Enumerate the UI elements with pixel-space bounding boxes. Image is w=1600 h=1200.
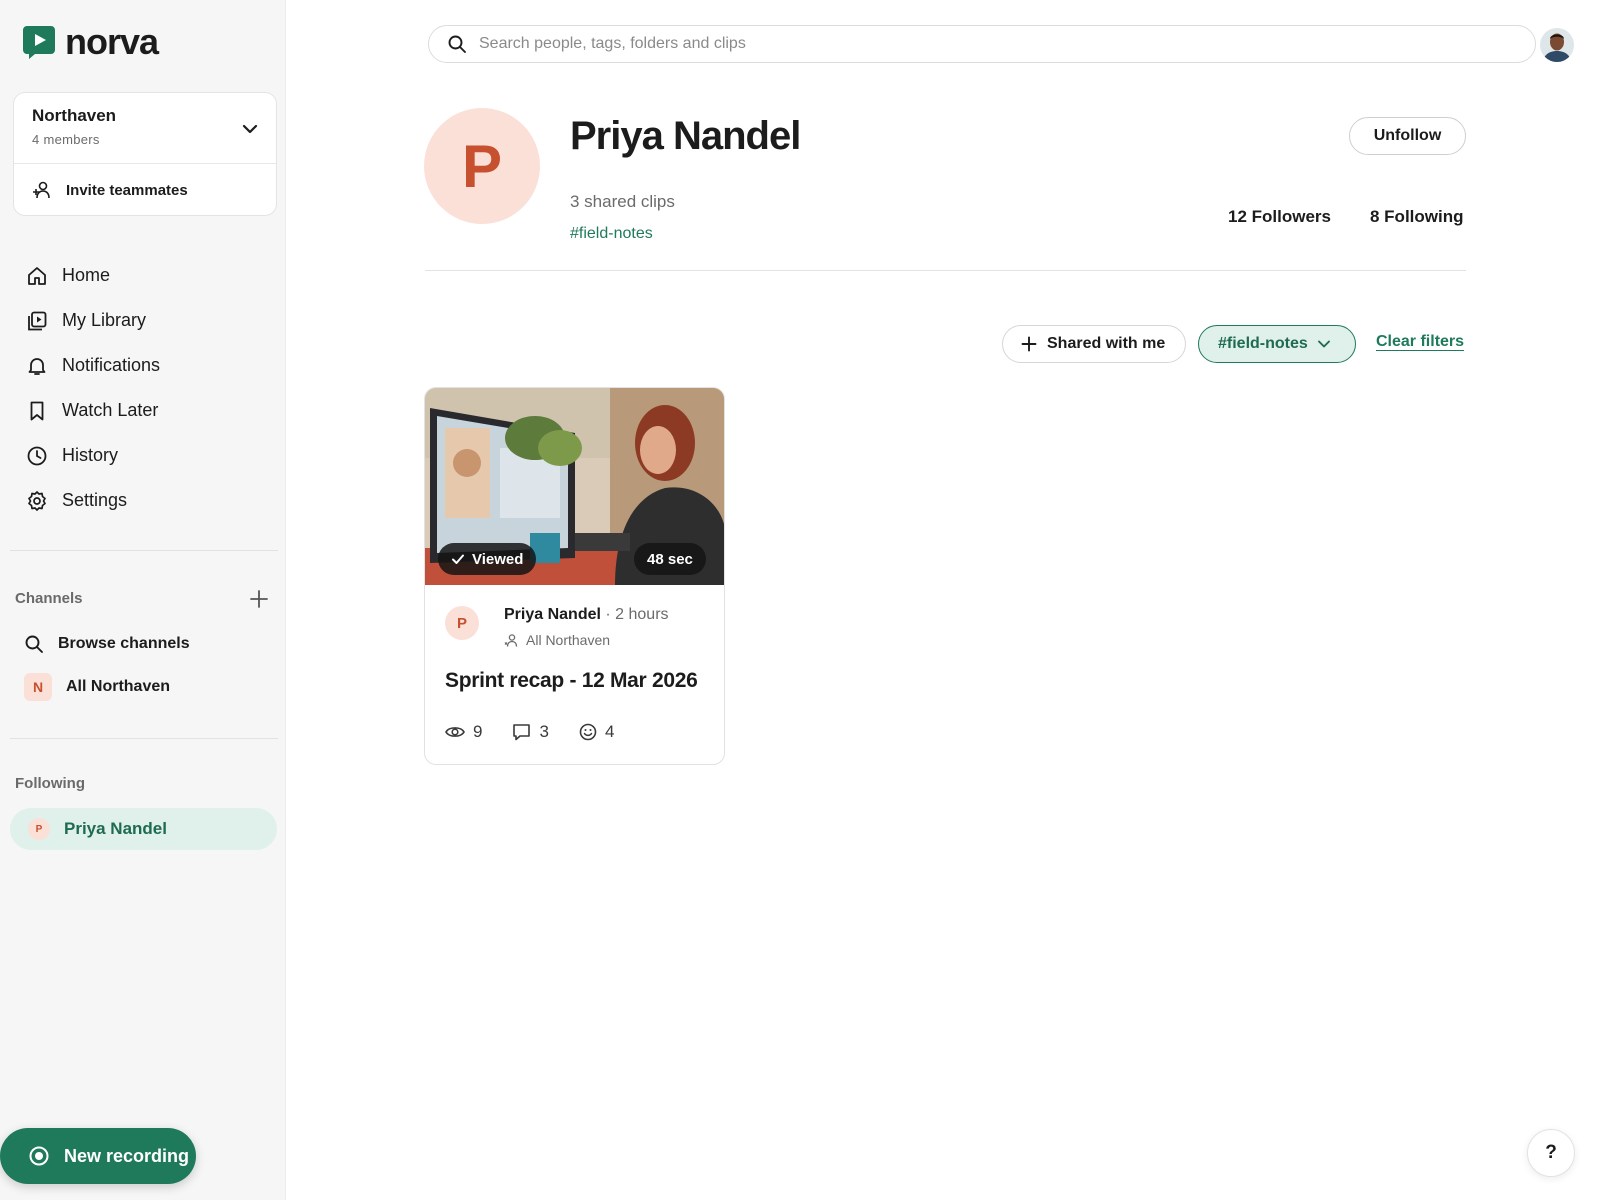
tag-filter-dropdown[interactable]: #field-notes bbox=[1198, 325, 1356, 363]
home-icon bbox=[28, 266, 46, 285]
eye-icon bbox=[445, 727, 465, 737]
viewed-label: Viewed bbox=[472, 550, 524, 568]
profile-divider bbox=[425, 270, 1466, 271]
new-recording-button[interactable]: New recording bbox=[0, 1128, 196, 1184]
logo[interactable]: norva bbox=[21, 21, 159, 62]
views-count: 9 bbox=[473, 722, 483, 741]
reactions-count: 4 bbox=[604, 722, 615, 741]
clear-filters-link[interactable]: Clear filters bbox=[1376, 333, 1464, 351]
shared-user-icon bbox=[504, 633, 518, 647]
viewed-badge: Viewed bbox=[438, 543, 537, 575]
channel-item-all-northaven[interactable]: N All Northaven bbox=[24, 669, 170, 705]
workspace-selector[interactable]: Northaven 4 members bbox=[14, 93, 276, 164]
comments-count: 3 bbox=[539, 722, 549, 741]
clip-channel: All Northaven bbox=[504, 632, 610, 648]
workspace-name: Northaven bbox=[32, 106, 117, 125]
smile-icon bbox=[579, 723, 597, 741]
tag-filter-label: #field-notes bbox=[1218, 335, 1308, 352]
gear-icon bbox=[28, 490, 46, 511]
library-icon bbox=[28, 311, 47, 330]
invite-label: Invite teammates bbox=[66, 181, 188, 199]
profile-tag[interactable]: #field-notes bbox=[570, 225, 653, 243]
chevron-down-icon bbox=[242, 124, 258, 134]
add-channel-icon[interactable] bbox=[248, 588, 270, 610]
invite-teammates-button[interactable]: Invite teammates bbox=[14, 164, 276, 216]
nav-item-notifications[interactable]: Notifications bbox=[14, 343, 276, 388]
following-item-priya-nandel[interactable]: P Priya Nandel bbox=[10, 808, 277, 850]
clip-author: Priya Nandel bbox=[504, 606, 601, 623]
clip-meta: Priya Nandel · 2 hours bbox=[504, 606, 669, 624]
comment-icon bbox=[513, 724, 531, 741]
shared-clips-count: 3 shared clips bbox=[570, 192, 675, 211]
followers-count[interactable]: 12 Followers bbox=[1228, 207, 1331, 227]
avatar: P bbox=[445, 606, 479, 640]
clip-channel-label: All Northaven bbox=[526, 632, 611, 648]
nav-label: Notifications bbox=[62, 355, 161, 375]
nav-item-watch-later[interactable]: Watch Later bbox=[14, 388, 276, 433]
clip-title[interactable]: Sprint recap - 12 Mar 2026 bbox=[445, 669, 698, 693]
brand-name: norva bbox=[65, 21, 159, 62]
check-icon bbox=[452, 554, 464, 564]
nav-label: Watch Later bbox=[62, 400, 159, 420]
following-label: Priya Nandel bbox=[64, 819, 167, 838]
following-count[interactable]: 8 Following bbox=[1370, 207, 1464, 227]
logo-play-icon bbox=[23, 26, 55, 59]
avatar: P bbox=[28, 818, 50, 840]
channels-heading: Channels bbox=[15, 590, 83, 607]
sidebar-divider bbox=[10, 738, 278, 739]
chevron-down-icon bbox=[1317, 340, 1330, 348]
search-icon bbox=[448, 35, 466, 53]
browse-channels-button[interactable]: Browse channels bbox=[24, 626, 190, 662]
channel-badge: N bbox=[24, 673, 52, 701]
nav-label: My Library bbox=[62, 310, 147, 330]
sidebar-divider bbox=[10, 550, 278, 551]
nav-label: History bbox=[62, 445, 119, 465]
nav-label: Settings bbox=[62, 490, 128, 510]
add-user-icon bbox=[33, 181, 50, 199]
clip-card[interactable]: Viewed 48 sec P Priya Nandel · 2 hours A… bbox=[424, 387, 725, 765]
reactions-stat[interactable]: 4 bbox=[579, 722, 614, 742]
views-stat: 9 bbox=[445, 722, 482, 742]
bookmark-icon bbox=[30, 401, 44, 420]
comments-stat[interactable]: 3 bbox=[512, 722, 549, 742]
nav-label: Home bbox=[62, 265, 111, 285]
profile-avatar: P bbox=[424, 108, 540, 224]
workspace-switcher: Northaven 4 members Invite teammates bbox=[13, 92, 277, 216]
search-bar bbox=[428, 25, 1536, 63]
help-button[interactable]: ? bbox=[1527, 1129, 1575, 1177]
profile-name: Priya Nandel bbox=[570, 114, 801, 158]
search-icon bbox=[25, 635, 43, 653]
browse-channels-label: Browse channels bbox=[58, 635, 190, 652]
duration-label: 48 sec bbox=[647, 550, 693, 568]
user-avatar[interactable] bbox=[1540, 28, 1574, 62]
clock-icon bbox=[27, 446, 47, 465]
following-heading: Following bbox=[15, 775, 85, 792]
shared-with-me-filter[interactable]: Shared with me bbox=[1002, 325, 1186, 363]
user-avatar-image bbox=[1540, 28, 1574, 62]
bell-icon bbox=[28, 357, 46, 375]
clip-time: · 2 hours bbox=[605, 606, 669, 623]
sidebar: norva Northaven 4 members Invite teammat… bbox=[0, 0, 286, 1200]
nav-item-my-library[interactable]: My Library bbox=[14, 298, 276, 343]
new-recording-label: New recording bbox=[64, 1145, 190, 1166]
unfollow-button[interactable]: Unfollow bbox=[1349, 117, 1466, 155]
clip-stats: 9 3 4 bbox=[445, 722, 614, 742]
main-nav: Home My Library Notifications Watch Late… bbox=[14, 253, 276, 523]
nav-item-history[interactable]: History bbox=[14, 433, 276, 478]
duration-badge: 48 sec bbox=[634, 543, 706, 575]
workspace-members: 4 members bbox=[32, 132, 100, 147]
nav-item-home[interactable]: Home bbox=[14, 253, 276, 298]
nav-item-settings[interactable]: Settings bbox=[14, 478, 276, 523]
search-input[interactable] bbox=[479, 35, 1535, 53]
plus-icon bbox=[1021, 336, 1037, 352]
channel-label: All Northaven bbox=[66, 678, 171, 695]
record-icon bbox=[29, 1146, 49, 1166]
shared-filter-label: Shared with me bbox=[1047, 335, 1166, 352]
